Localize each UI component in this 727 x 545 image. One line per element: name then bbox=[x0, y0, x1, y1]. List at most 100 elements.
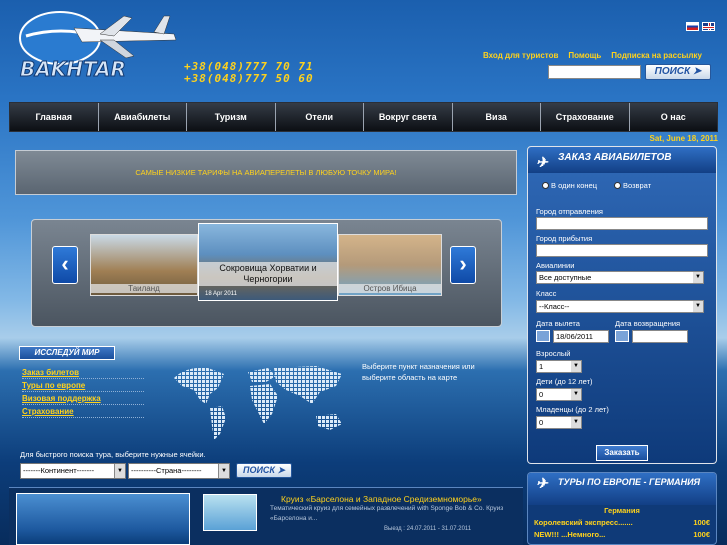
featured-image[interactable] bbox=[16, 493, 190, 545]
logo-text: BAKHTAR bbox=[20, 57, 126, 81]
adults-value: 1 bbox=[539, 362, 544, 371]
link-europe-tours[interactable]: Туры по европе bbox=[22, 380, 144, 392]
world-map[interactable] bbox=[166, 360, 356, 445]
radio-icon[interactable] bbox=[614, 182, 621, 189]
depart-input[interactable]: 18/06/2011 bbox=[553, 330, 609, 343]
nav-flights[interactable]: Авиабилеты bbox=[99, 103, 187, 131]
english-flag-icon[interactable] bbox=[702, 22, 715, 31]
tour-carousel: ‹ Таиланд Сокровища Хорватии и Черногори… bbox=[31, 219, 502, 327]
nav-hotels[interactable]: Отели bbox=[276, 103, 364, 131]
return-option[interactable]: Возврат bbox=[614, 181, 651, 190]
oneway-option[interactable]: В один конец bbox=[542, 181, 597, 190]
chevron-down-icon: ▼ bbox=[114, 464, 125, 478]
search-button[interactable]: ПОИСК ➤ bbox=[645, 64, 711, 80]
carousel-next-button[interactable]: › bbox=[450, 246, 476, 284]
carousel-slide-thailand[interactable]: Таиланд bbox=[90, 234, 198, 296]
tours-title: ТУРЫ ПО ЕВРОПЕ - ГЕРМАНИЯ bbox=[558, 477, 701, 487]
continent-select[interactable]: -------Континент------- ▼ bbox=[20, 463, 126, 479]
from-label: Город отправления bbox=[536, 207, 603, 216]
slide-caption: Таиланд bbox=[91, 284, 197, 293]
airline-label: Авиалинии bbox=[536, 261, 575, 270]
promo-banner: САМЫЕ НИЗКИЕ ТАРИФЫ НА АВИАПЕРЕЛЕТЫ В ЛЮ… bbox=[15, 150, 517, 195]
oneway-label: В один конец bbox=[551, 181, 598, 190]
depart-value: 18/06/2011 bbox=[556, 332, 593, 341]
link-visa-support[interactable]: Визовая поддержка bbox=[22, 393, 144, 405]
nav-around-world[interactable]: Вокруг света bbox=[364, 103, 453, 131]
tour-price: 100€ bbox=[693, 518, 710, 527]
infants-value: 0 bbox=[539, 418, 544, 427]
adults-select[interactable]: 1 ▼ bbox=[536, 360, 582, 373]
nav-about[interactable]: О нас bbox=[630, 103, 718, 131]
carousel-slide-ibiza[interactable]: Остров Ибица bbox=[338, 234, 442, 296]
airline-select[interactable]: Все доступные ▼ bbox=[536, 271, 704, 284]
quick-search-button[interactable]: ПОИСК ➤ bbox=[236, 463, 292, 478]
cruise-title[interactable]: Круиз «Барселона и Западное Средиземномо… bbox=[281, 494, 482, 504]
children-value: 0 bbox=[539, 390, 544, 399]
airline-value: Все доступные bbox=[539, 273, 592, 282]
carousel-slide-croatia[interactable]: Сокровища Хорватии и Черногории 18 Apr 2… bbox=[198, 223, 338, 301]
to-label: Город прибытия bbox=[536, 234, 593, 243]
children-select[interactable]: 0 ▼ bbox=[536, 388, 582, 401]
cruise-description: Тематический круиз для семейных развлече… bbox=[270, 505, 504, 522]
link-insurance[interactable]: Страхование bbox=[22, 406, 144, 418]
nav-insurance[interactable]: Страхование bbox=[541, 103, 630, 131]
slide-date: 18 Apr 2011 bbox=[205, 291, 237, 297]
link-book-tickets[interactable]: Заказ билетов bbox=[22, 367, 144, 379]
country-value: ----------Страна-------- bbox=[131, 466, 202, 475]
radio-icon[interactable] bbox=[542, 182, 549, 189]
tours-country: Германия bbox=[604, 506, 640, 515]
depart-label: Дата вылета bbox=[536, 319, 580, 328]
order-button[interactable]: Заказать bbox=[596, 445, 648, 461]
help-link[interactable]: Помощь bbox=[568, 51, 601, 60]
nav-visa[interactable]: Виза bbox=[453, 103, 541, 131]
class-label: Класс bbox=[536, 289, 557, 298]
carousel-prev-button[interactable]: ‹ bbox=[52, 246, 78, 284]
nav-tourism[interactable]: Туризм bbox=[187, 103, 276, 131]
chevron-down-icon: ▼ bbox=[693, 301, 703, 312]
russian-flag-icon[interactable] bbox=[686, 22, 699, 31]
quick-search-hint: Для быстрого поиска тура, выберите нужны… bbox=[20, 450, 206, 459]
tourist-login-link[interactable]: Вход для туристов bbox=[483, 51, 558, 60]
booking-form: В один конец Возврат Город отправления Г… bbox=[528, 173, 716, 463]
phone-2: +38(048)777 50 60 bbox=[184, 72, 314, 85]
tour-name: NEW!!! ...Немного... bbox=[534, 530, 606, 539]
top-links: Вход для туристов Помощь Подписка на рас… bbox=[483, 51, 702, 60]
to-input[interactable] bbox=[536, 244, 708, 257]
map-hint: Выберите пункт назначения или выберите о… bbox=[362, 362, 475, 382]
cruise-dates: Выезд : 24.07.2011 - 31.07.2011 bbox=[384, 526, 472, 532]
main-nav: Главная Авиабилеты Туризм Отели Вокруг с… bbox=[9, 102, 718, 132]
booking-title: ЗАКАЗ АВИАБИЛЕТОВ bbox=[558, 152, 672, 163]
chevron-down-icon: ▼ bbox=[693, 272, 703, 283]
infants-select[interactable]: 0 ▼ bbox=[536, 416, 582, 429]
current-date: Sat, June 18, 2011 bbox=[649, 134, 719, 143]
infants-label: Младенцы (до 2 лет) bbox=[536, 405, 609, 414]
tour-price: 100€ bbox=[693, 530, 710, 539]
children-label: Дети (до 12 лет) bbox=[536, 377, 593, 386]
country-select[interactable]: ----------Страна-------- ▼ bbox=[128, 463, 230, 479]
search-input[interactable] bbox=[548, 65, 641, 79]
return-date-input[interactable] bbox=[632, 330, 688, 343]
from-input[interactable] bbox=[536, 217, 708, 230]
tours-header: ✈ ТУРЫ ПО ЕВРОПЕ - ГЕРМАНИЯ bbox=[528, 473, 716, 505]
nav-home[interactable]: Главная bbox=[10, 103, 99, 131]
class-select[interactable]: --Класс-- ▼ bbox=[536, 300, 704, 313]
europe-tours-panel: ✈ ТУРЫ ПО ЕВРОПЕ - ГЕРМАНИЯ Германия Кор… bbox=[527, 472, 717, 545]
subscribe-link[interactable]: Подписка на рассылку bbox=[611, 51, 702, 60]
calendar-icon[interactable] bbox=[536, 330, 550, 342]
booking-header: ✈ ЗАКАЗ АВИАБИЛЕТОВ bbox=[528, 147, 716, 173]
airplane-icon: ✈ bbox=[536, 475, 548, 491]
explore-world-title: ИССЛЕДУЙ МИР bbox=[19, 346, 115, 360]
calendar-icon[interactable] bbox=[615, 330, 629, 342]
search-button-label: ПОИСК bbox=[654, 66, 691, 77]
tour-item[interactable]: Королевский экспресс....... 100€ bbox=[528, 517, 716, 529]
quick-search-label: ПОИСК bbox=[242, 465, 275, 475]
explore-links: Заказ билетов Туры по европе Визовая под… bbox=[22, 367, 144, 419]
tour-item[interactable]: NEW!!! ...Немного... 100€ bbox=[528, 529, 716, 541]
class-value: --Класс-- bbox=[539, 302, 570, 311]
return-label: Возврат bbox=[623, 181, 652, 190]
arrow-right-icon: ➤ bbox=[692, 66, 702, 77]
cruise-thumbnail[interactable] bbox=[203, 494, 257, 531]
flight-booking-panel: ✈ ЗАКАЗ АВИАБИЛЕТОВ В один конец Возврат… bbox=[527, 146, 717, 464]
bakhtar-logo[interactable]: BAKHTAR bbox=[14, 6, 184, 84]
language-flags bbox=[686, 22, 715, 31]
